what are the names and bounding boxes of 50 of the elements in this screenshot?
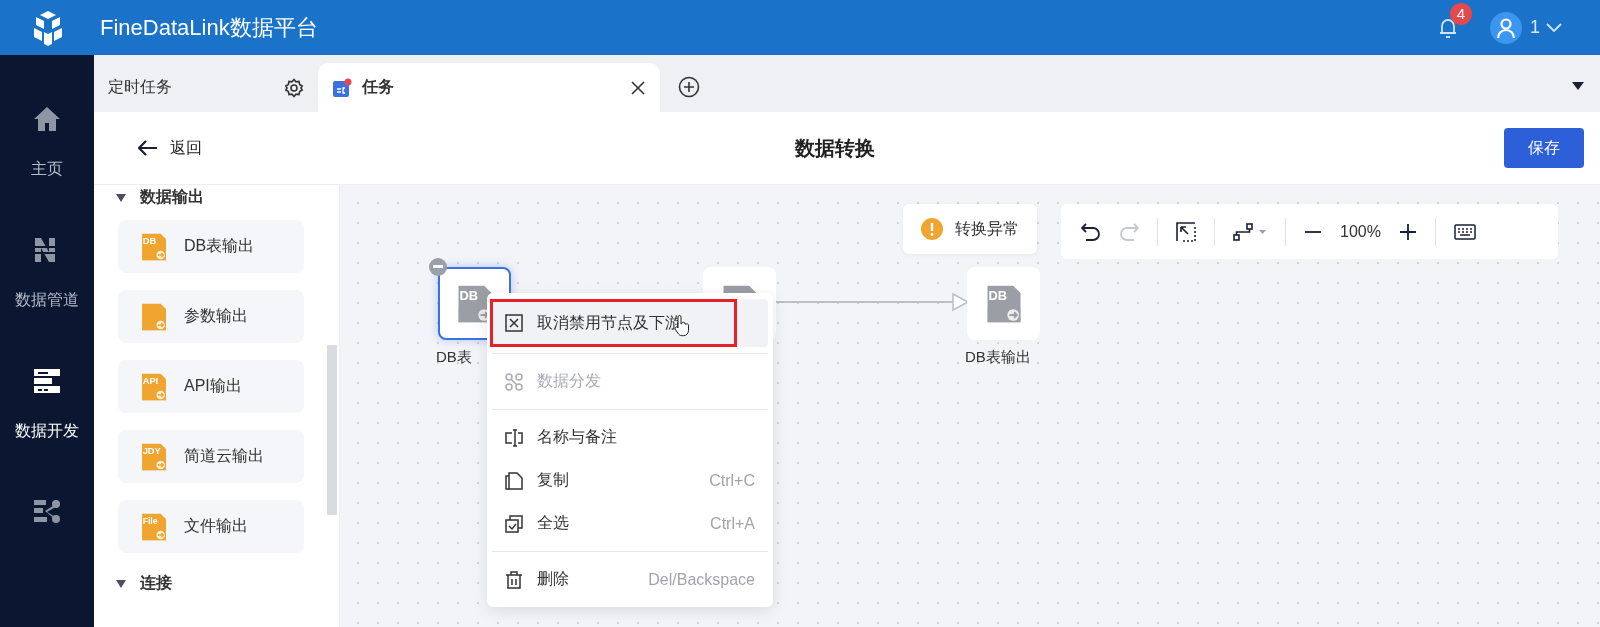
palette-item[interactable]: JDY 简道云输出 bbox=[118, 430, 304, 483]
menu-item-icon bbox=[505, 471, 523, 490]
menu-item[interactable]: 全选 Ctrl+A bbox=[492, 502, 768, 545]
tab[interactable]: 定时任务 bbox=[94, 63, 318, 112]
palette-item[interactable]: API API输出 bbox=[118, 360, 304, 413]
tab[interactable]: 任务 bbox=[318, 63, 660, 112]
dropdown-icon[interactable] bbox=[1572, 82, 1584, 90]
page-title: 数据转换 bbox=[794, 135, 876, 161]
node-label: DB表 bbox=[436, 348, 472, 367]
menu-item-icon bbox=[505, 428, 523, 447]
nav-item[interactable]: 数据管道 bbox=[0, 234, 94, 365]
menu-item-icon bbox=[505, 314, 523, 332]
scrollbar[interactable] bbox=[327, 345, 337, 515]
palette-item[interactable]: File 文件输出 bbox=[118, 500, 304, 553]
arrow-left-icon bbox=[138, 140, 158, 156]
section-title[interactable]: 数据输出 bbox=[140, 187, 204, 208]
calendar-icon bbox=[332, 77, 352, 98]
app-title: FineDataLink数据平台 bbox=[100, 13, 319, 42]
add-tab-icon[interactable] bbox=[678, 76, 700, 98]
palette-item[interactable]: DB DB表输出 bbox=[118, 220, 304, 273]
layout-icon[interactable] bbox=[1233, 222, 1267, 241]
palette-item[interactable]: 参数输出 bbox=[118, 290, 304, 343]
warning-icon bbox=[921, 218, 943, 240]
nav-item[interactable]: 数据开发 bbox=[0, 365, 94, 496]
bell-icon[interactable] bbox=[1438, 16, 1458, 39]
zoom-in-icon[interactable] bbox=[1398, 222, 1417, 241]
node-label: DB表输出 bbox=[965, 348, 1031, 367]
close-icon[interactable] bbox=[630, 79, 646, 96]
notification-count: 4 bbox=[1450, 2, 1472, 25]
menu-item-icon bbox=[505, 514, 523, 533]
caret-icon[interactable] bbox=[116, 193, 126, 202]
zoom-level: 100% bbox=[1340, 222, 1381, 241]
caret-icon[interactable] bbox=[116, 579, 126, 588]
fit-view-icon[interactable] bbox=[1176, 221, 1196, 242]
nav-item[interactable]: 主页 bbox=[0, 103, 94, 234]
settings-icon[interactable] bbox=[284, 77, 304, 98]
chevron-down-icon[interactable] bbox=[1546, 22, 1562, 33]
menu-item[interactable]: 删除 Del/Backspace bbox=[492, 558, 768, 601]
user-name[interactable]: 1 bbox=[1530, 17, 1540, 38]
save-button[interactable]: 保存 bbox=[1504, 128, 1584, 168]
back-button[interactable]: 返回 bbox=[134, 133, 206, 163]
menu-item[interactable]: 名称与备注 bbox=[492, 416, 768, 459]
status-chip[interactable]: 转换异常 bbox=[903, 204, 1037, 254]
section-title[interactable]: 连接 bbox=[140, 573, 172, 594]
menu-item-icon bbox=[505, 372, 523, 391]
menu-item-icon bbox=[505, 570, 523, 589]
keyboard-icon[interactable] bbox=[1453, 223, 1476, 240]
menu-item[interactable]: 复制 Ctrl+C bbox=[492, 459, 768, 502]
avatar-icon[interactable] bbox=[1490, 11, 1522, 44]
undo-icon[interactable] bbox=[1081, 222, 1101, 241]
